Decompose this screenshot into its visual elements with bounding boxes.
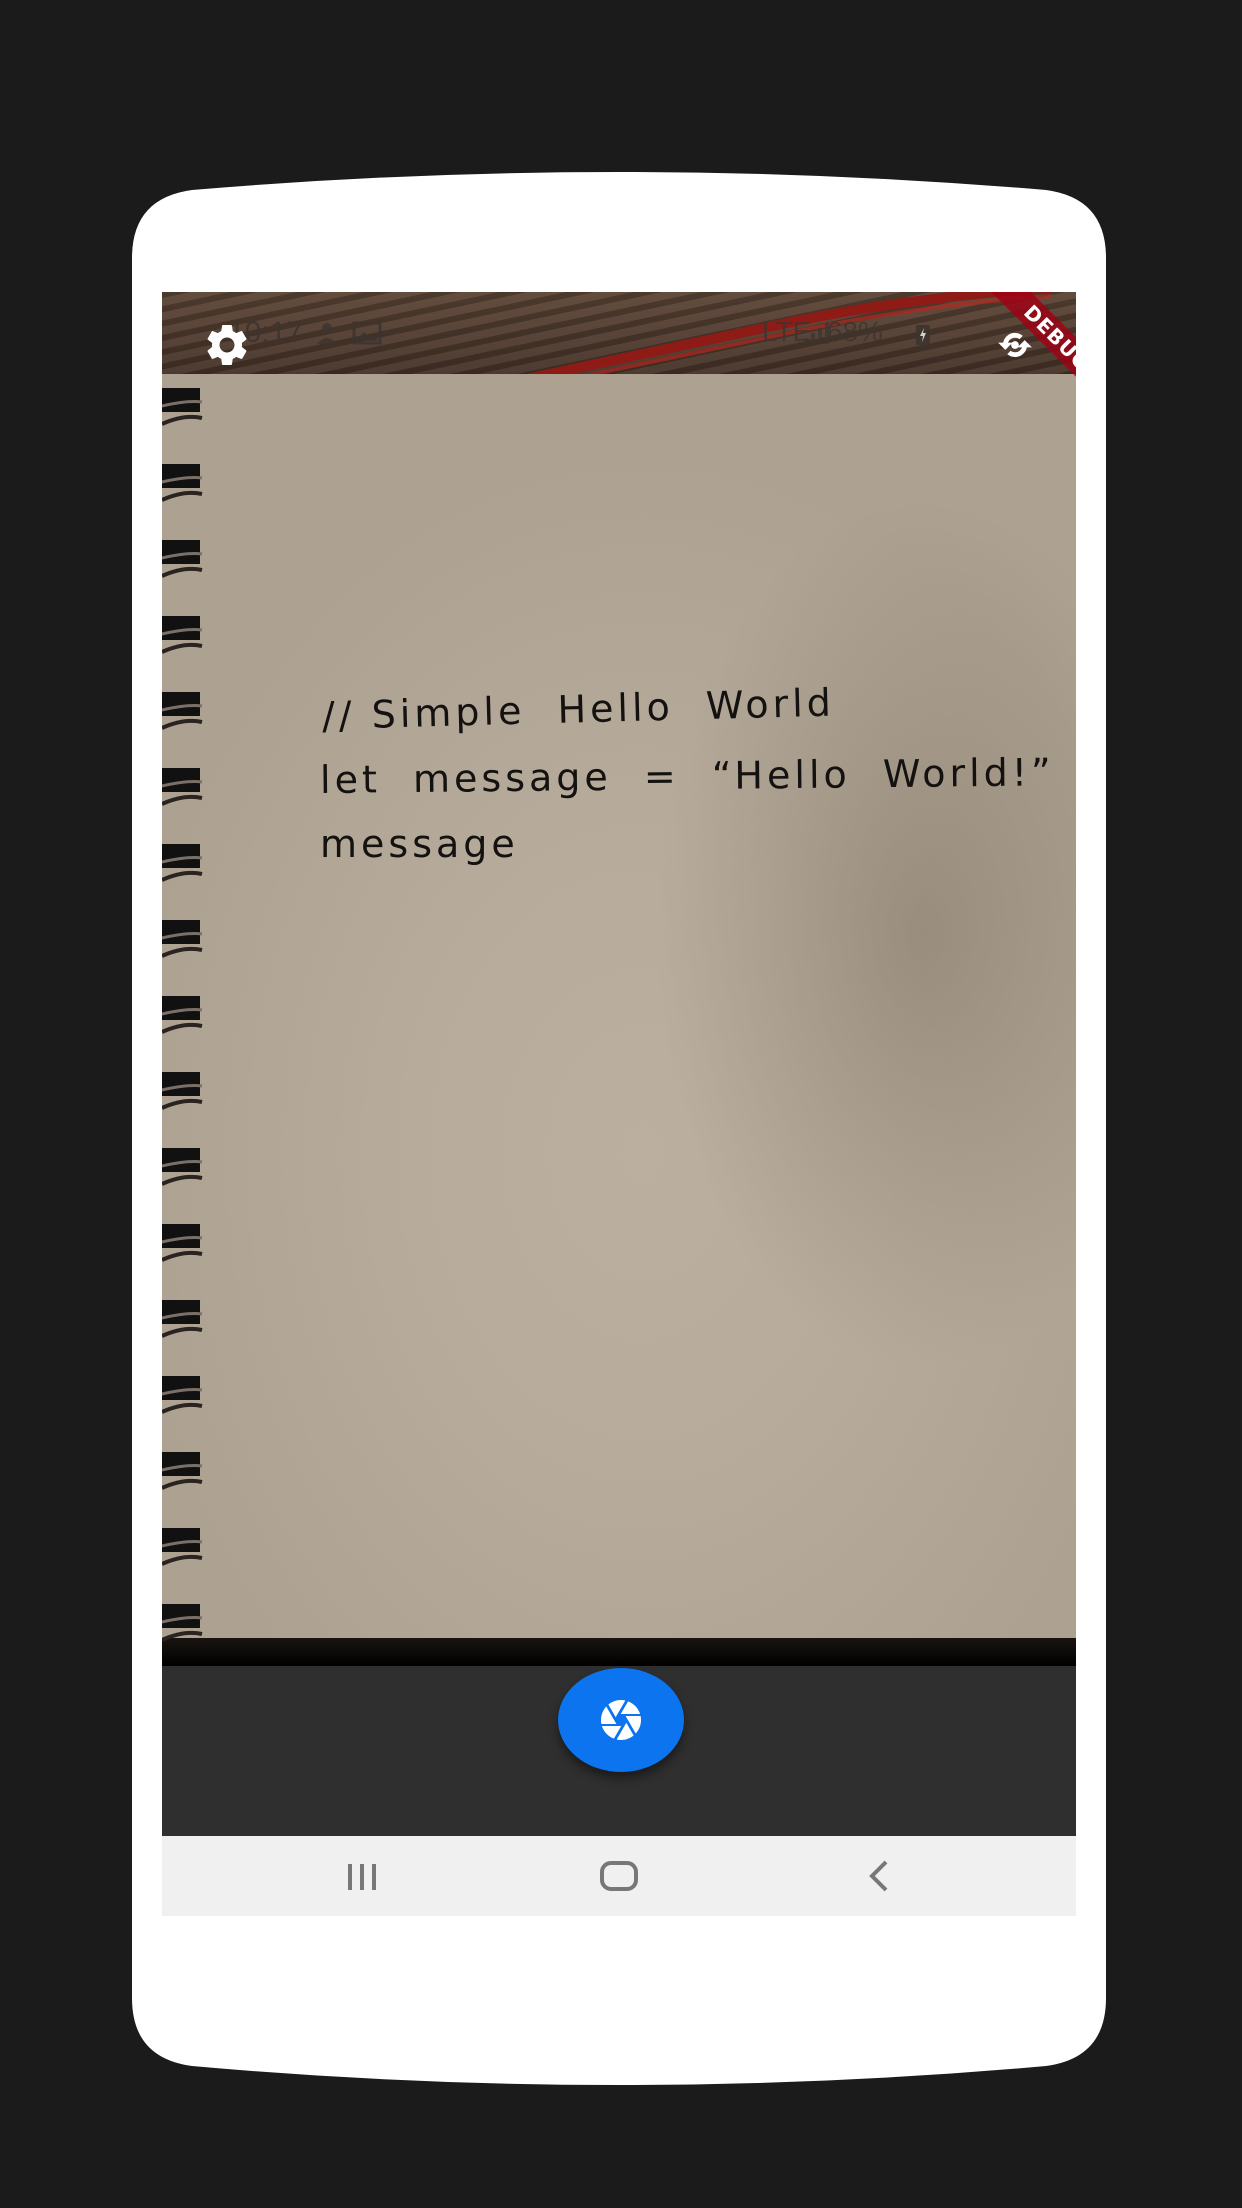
flip-camera-icon (998, 332, 1032, 357)
recents-button[interactable] (332, 1856, 392, 1896)
camera-preview[interactable]: // Simple Hello World let message = “Hel… (162, 292, 1076, 1666)
handwriting-line-2: let message = “Hello World!” (319, 750, 1055, 802)
home-icon (600, 1861, 638, 1891)
android-nav-bar (162, 1836, 1076, 1916)
signal-icon (804, 323, 829, 344)
battery-charging-icon (916, 325, 930, 345)
gear-icon (207, 325, 247, 365)
shutter-button[interactable] (558, 1668, 684, 1772)
back-icon (869, 1860, 888, 1892)
camera-shutter-icon (601, 1700, 641, 1740)
handwriting-line-1: // Simple Hello World (321, 680, 836, 738)
handwriting-line-3: message (320, 822, 519, 866)
home-button[interactable] (590, 1856, 650, 1896)
flip-camera-button[interactable] (986, 316, 1044, 374)
recents-icon (348, 1864, 376, 1890)
settings-button[interactable] (202, 320, 252, 370)
back-button[interactable] (850, 1856, 910, 1896)
image-notification-icon (352, 321, 382, 345)
device-mockup: // Simple Hello World let message = “Hel… (0, 0, 1242, 2208)
app-screen: // Simple Hello World let message = “Hel… (162, 292, 1076, 1916)
camera-control-bar (162, 1666, 1076, 1836)
status-bar: 10:17 LTE 68% (162, 292, 1076, 374)
person-notification-icon (317, 323, 337, 344)
handwritten-code: // Simple Hello World let message = “Hel… (162, 292, 1076, 1666)
